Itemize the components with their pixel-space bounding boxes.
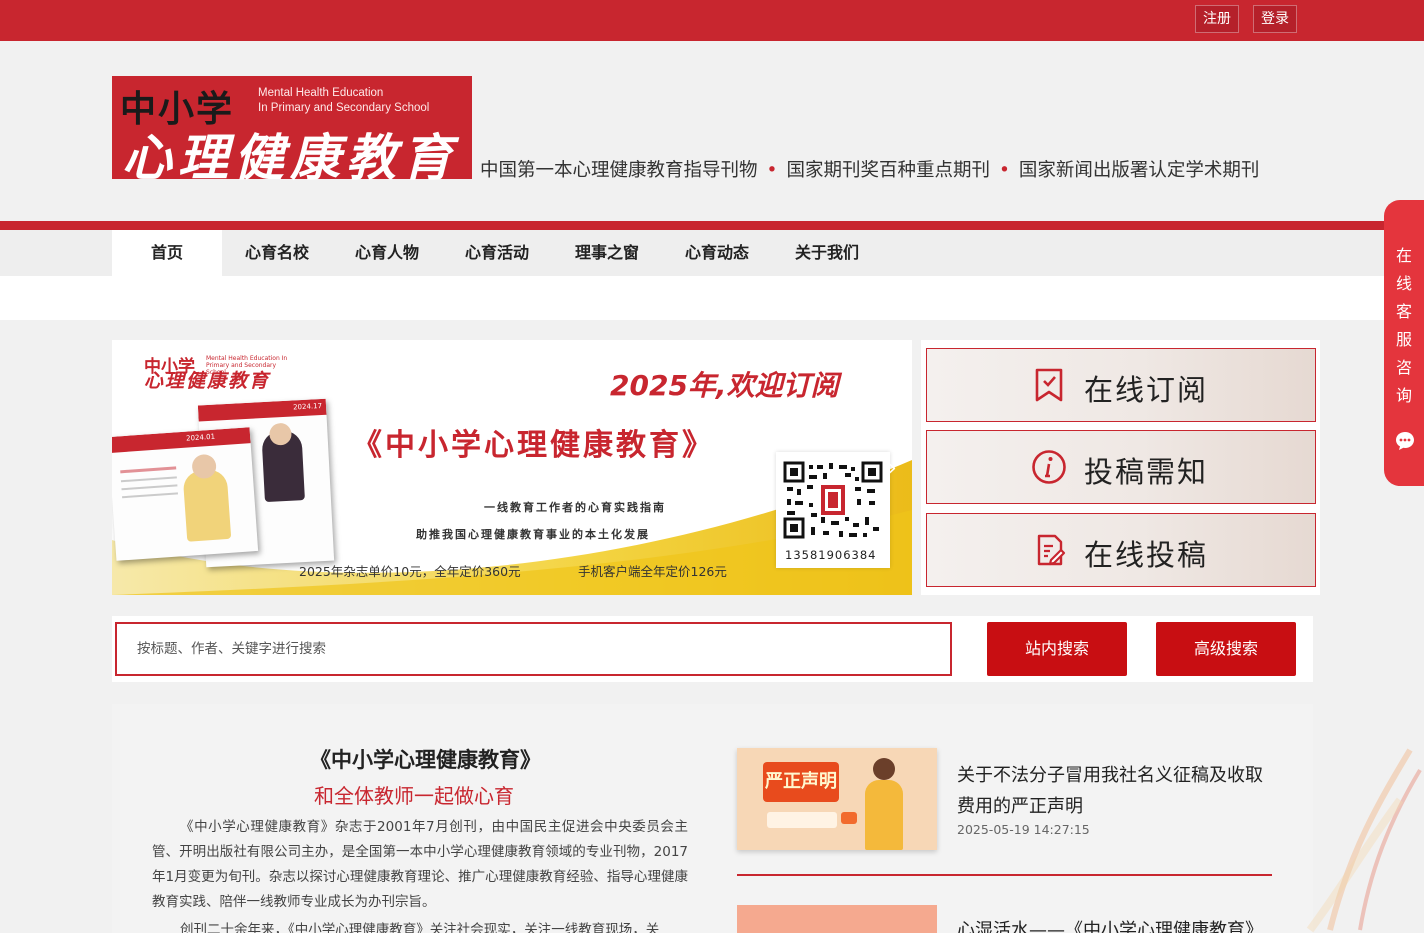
subscription-banner[interactable]: 中小学 心理健康教育 Mental Health Education In Pr…: [112, 340, 912, 595]
slogan-item: 国家期刊奖百种重点期刊: [786, 160, 990, 181]
decorative-brush-strokes: [1306, 748, 1422, 933]
banner-price1: 2025年杂志单价10元，全年定价360元: [299, 564, 521, 579]
news-item-title[interactable]: 关于不法分子冒用我社名义征稿及收取费用的严正声明: [957, 760, 1277, 822]
info-icon: [1032, 450, 1066, 484]
search-input[interactable]: [115, 622, 952, 676]
qr-phone-number: 13581906384: [785, 548, 877, 562]
slogan-item: 国家新闻出版署认定学术期刊: [1018, 160, 1260, 181]
site-logo[interactable]: 中小学 Mental Health Education In Primary a…: [112, 76, 472, 187]
online-service-label: 在线客服咨询: [1395, 246, 1412, 405]
news-thumbnail-stamp: 严正声明: [763, 762, 839, 802]
banner-tagline2: 助推我国心理健康教育事业的本土化发展: [416, 528, 650, 541]
logo-en-line1: Mental Health Education: [258, 87, 384, 99]
submission-notice-label: 投稿需知: [1084, 455, 1209, 489]
document-edit-icon: [1037, 534, 1066, 566]
qr-code-icon: [783, 461, 883, 539]
nav-item-famous-schools[interactable]: 心育名校: [222, 230, 332, 276]
chat-bubble-icon: [1396, 432, 1414, 450]
banner-price2: 手机客户端全年定价126元: [578, 564, 727, 579]
submission-notice-button[interactable]: 投稿需知: [926, 430, 1316, 504]
magazine-cover-front: 2024.01: [112, 427, 259, 561]
intro-paragraph-2: 创刊二十余年来，《中小学心理健康教育》关注社会现实，关注一线教育现场，关: [180, 922, 660, 933]
banner-tagline1: 一线教育工作者的心育实践指南: [484, 501, 666, 514]
magazine-issue-label: 2024.17: [292, 401, 323, 412]
banner-title: 《中小学心理健康教育》: [352, 428, 715, 463]
nav-item-about[interactable]: 关于我们: [772, 230, 882, 276]
main-nav: 首页 心育名校 心育人物 心育活动 理事之窗 心育动态 关于我们: [112, 230, 882, 276]
intro-paragraph: 《中小学心理健康教育》杂志于2001年7月创刊，由中国民主促进会中央委员会主管、…: [152, 819, 688, 910]
slogan-item: 中国第一本心理健康教育指导刊物: [480, 160, 758, 181]
logo-en-line2: In Primary and Secondary School: [258, 102, 430, 114]
nav-item-news[interactable]: 心育动态: [662, 230, 772, 276]
advanced-search-button[interactable]: 高级搜索: [1156, 622, 1296, 676]
quick-actions-panel: 在线订阅 投稿需知 在线投稿: [921, 340, 1320, 595]
online-submit-button[interactable]: 在线投稿: [926, 513, 1316, 587]
login-button[interactable]: 登录: [1253, 5, 1297, 33]
online-subscribe-label: 在线订阅: [1084, 373, 1209, 407]
logo-cn-big: 心理健康教育: [122, 128, 458, 187]
nav-item-people[interactable]: 心育人物: [332, 230, 442, 276]
banner-next-arrow-icon[interactable]: ›: [888, 456, 897, 481]
nav-item-council[interactable]: 理事之窗: [552, 230, 662, 276]
news-thumbnail[interactable]: 严正声明: [737, 748, 937, 850]
slogan-separator: •: [998, 160, 1010, 181]
nav-top-divider: [0, 221, 1424, 230]
news-item-title[interactable]: 心湿活水——《中小学心理健康教育》: [957, 916, 1263, 933]
top-bar: 注册 登录: [0, 0, 1424, 41]
news-divider: [737, 874, 1272, 876]
online-submit-label: 在线投稿: [1084, 538, 1209, 572]
news-item-date: 2025-05-19 14:27:15: [957, 822, 1090, 837]
bookmark-icon: [1035, 368, 1063, 402]
register-button[interactable]: 注册: [1195, 5, 1239, 33]
slogan-separator: •: [766, 160, 778, 181]
online-subscribe-button[interactable]: 在线订阅: [926, 348, 1316, 422]
site-search-button[interactable]: 站内搜索: [987, 622, 1127, 676]
intro-subtitle: 和全体教师一起做心育: [314, 784, 514, 808]
news-thumbnail[interactable]: [737, 905, 937, 933]
header-slogan: 中国第一本心理健康教育指导刊物 • 国家期刊奖百种重点期刊 • 国家新闻出版署认定学术期…: [480, 156, 1259, 182]
nav-band: [0, 276, 1424, 320]
intro-title: 《中小学心理健康教育》: [310, 748, 541, 772]
online-service-float[interactable]: 在线客服咨询: [1384, 200, 1424, 486]
banner-headline: 2025年,欢迎订阅: [610, 369, 839, 402]
nav-item-activities[interactable]: 心育活动: [442, 230, 552, 276]
banner-logo-en: Mental Health Education In Primary and S…: [206, 355, 288, 376]
nav-item-home[interactable]: 首页: [112, 230, 222, 276]
